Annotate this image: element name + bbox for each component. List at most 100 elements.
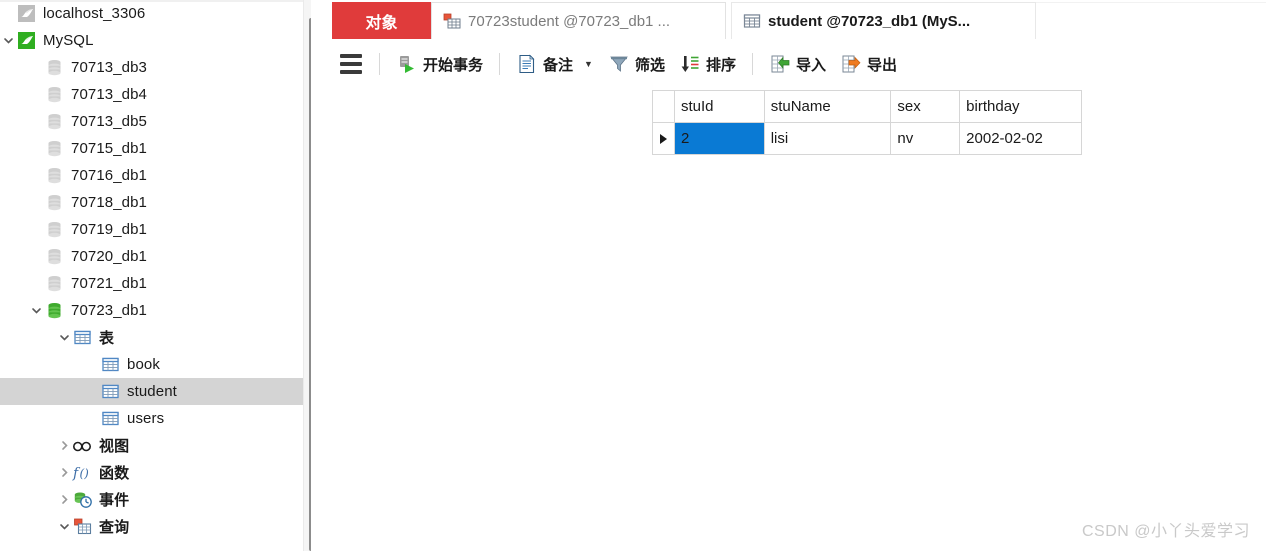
- hamburger-bar: [340, 62, 362, 66]
- database-gray-icon: [44, 85, 64, 105]
- tree-item-users[interactable]: users: [0, 405, 311, 432]
- table-icon: [100, 355, 120, 375]
- sidebar-scrollbar-thumb[interactable]: [309, 18, 311, 551]
- sort-button[interactable]: 排序: [672, 47, 743, 81]
- tree-item-70720_db1[interactable]: 70720_db1: [0, 243, 311, 270]
- tree-item-[interactable]: 视图: [0, 432, 311, 459]
- cell-birthday[interactable]: 2002-02-02: [959, 122, 1082, 155]
- import-icon: [769, 53, 791, 75]
- tab-student-label: student @70723_db1 (MyS...: [768, 12, 971, 30]
- tree-item-label: 70713_db3: [71, 59, 147, 76]
- tree-item-mysql[interactable]: MySQL: [0, 27, 311, 54]
- table-row[interactable]: 2 lisi nv 2002-02-02: [652, 122, 1082, 155]
- current-row-arrow-icon: [659, 124, 668, 154]
- tree-item-[interactable]: f() 函数: [0, 459, 311, 486]
- tree-item-label: 70715_db1: [71, 140, 147, 157]
- data-table[interactable]: stuId stuName sex birthday 2 lisi nv 2002-02-02: [652, 90, 1082, 155]
- sort-label: 排序: [705, 56, 736, 74]
- chevron-right-icon[interactable]: [56, 459, 72, 486]
- cell-stuName[interactable]: lisi: [763, 122, 892, 155]
- cell-sex[interactable]: nv: [890, 122, 961, 155]
- chevron-down-icon[interactable]: ▼: [584, 59, 593, 69]
- import-label: 导入: [795, 56, 826, 74]
- tree-item-localhost_3306[interactable]: localhost_3306: [0, 0, 311, 27]
- tree-item-70715_db1[interactable]: 70715_db1: [0, 135, 311, 162]
- csdn-watermark: CSDN @小丫头爱学习: [1081, 523, 1250, 540]
- connection-tree[interactable]: localhost_3306 MySQL 70713_db3 70713_db4 707…: [0, 0, 311, 540]
- table-icon: [72, 328, 92, 348]
- tree-item-70723_db1[interactable]: 70723_db1: [0, 297, 311, 324]
- grid-corner-cell[interactable]: [652, 90, 675, 123]
- chevron-down-icon[interactable]: [56, 324, 72, 351]
- tree-item-70721_db1[interactable]: 70721_db1: [0, 270, 311, 297]
- tree-item-[interactable]: 事件: [0, 486, 311, 513]
- chevron-down-icon[interactable]: [0, 27, 16, 54]
- filter-button[interactable]: 筛选: [601, 47, 672, 81]
- begin-transaction-button[interactable]: 开始事务: [389, 47, 490, 81]
- tree-item-label: 70713_db4: [71, 86, 147, 103]
- tree-item-label: 视图: [99, 438, 130, 455]
- menu-icon[interactable]: [332, 47, 370, 81]
- cell-selected[interactable]: 2: [674, 122, 765, 155]
- database-gray-icon: [44, 220, 64, 240]
- toolbar-separator: [499, 53, 501, 75]
- chevron-down-icon[interactable]: [28, 297, 44, 324]
- tree-item-70718_db1[interactable]: 70718_db1: [0, 189, 311, 216]
- note-button[interactable]: 备注: [509, 47, 580, 81]
- database-green-icon: [44, 301, 64, 321]
- column-header-sex[interactable]: sex: [890, 90, 961, 123]
- chevron-right-icon[interactable]: [56, 486, 72, 513]
- export-icon: [840, 53, 862, 75]
- chevron-right-icon[interactable]: [56, 432, 72, 459]
- row-header-cell[interactable]: [652, 122, 675, 155]
- database-gray-icon: [44, 166, 64, 186]
- tree-item-70719_db1[interactable]: 70719_db1: [0, 216, 311, 243]
- note-icon: [516, 53, 538, 75]
- tree-item-70716_db1[interactable]: 70716_db1: [0, 162, 311, 189]
- tree-item-student[interactable]: student: [0, 378, 311, 405]
- database-gray-icon: [44, 274, 64, 294]
- query-icon: [442, 11, 462, 31]
- tree-item-[interactable]: 表: [0, 324, 311, 351]
- tree-item-label: 70713_db5: [71, 113, 147, 130]
- tree-item-label: 70718_db1: [71, 194, 147, 211]
- tree-item-70713_db4[interactable]: 70713_db4: [0, 81, 311, 108]
- navicat-window: localhost_3306 MySQL 70713_db3 70713_db4 707…: [0, 0, 1266, 551]
- database-gray-icon: [44, 193, 64, 213]
- tree-item-label: users: [127, 410, 165, 427]
- tab-objects[interactable]: 对象: [332, 2, 431, 39]
- result-grid-table-wrap: stuId stuName sex birthday 2 lisi nv 2002-02-02: [652, 90, 1082, 155]
- column-header-birthday[interactable]: birthday: [959, 90, 1082, 123]
- export-button[interactable]: 导出: [833, 47, 904, 81]
- tab-student-table[interactable]: student @70723_db1 (MyS...: [731, 2, 1036, 39]
- object-tree-sidebar[interactable]: localhost_3306 MySQL 70713_db3 70713_db4 707…: [0, 0, 311, 551]
- import-button[interactable]: 导入: [762, 47, 833, 81]
- hamburger-bar: [340, 54, 362, 58]
- tab-query-label: 70723student @70723_db1 ...: [468, 12, 671, 30]
- tree-item-label: 70721_db1: [71, 275, 147, 292]
- column-header-stuName[interactable]: stuName: [763, 90, 892, 123]
- tree-item-label: student: [127, 383, 177, 400]
- column-header-stuId[interactable]: stuId: [674, 90, 765, 123]
- tab-query-70723student[interactable]: 70723student @70723_db1 ...: [431, 2, 726, 39]
- chevron-down-icon[interactable]: [56, 513, 72, 540]
- sort-icon: [679, 53, 701, 75]
- tree-item-book[interactable]: book: [0, 351, 311, 378]
- export-label: 导出: [867, 56, 898, 74]
- database-gray-icon: [44, 58, 64, 78]
- tree-item-70713_db5[interactable]: 70713_db5: [0, 108, 311, 135]
- tree-item-label: MySQL: [43, 32, 94, 49]
- tree-item-label: 70723_db1: [71, 302, 147, 319]
- table-icon: [742, 11, 762, 31]
- note-label: 备注: [543, 56, 574, 74]
- tree-item-70713_db3[interactable]: 70713_db3: [0, 54, 311, 81]
- tree-item-[interactable]: 查询: [0, 513, 311, 540]
